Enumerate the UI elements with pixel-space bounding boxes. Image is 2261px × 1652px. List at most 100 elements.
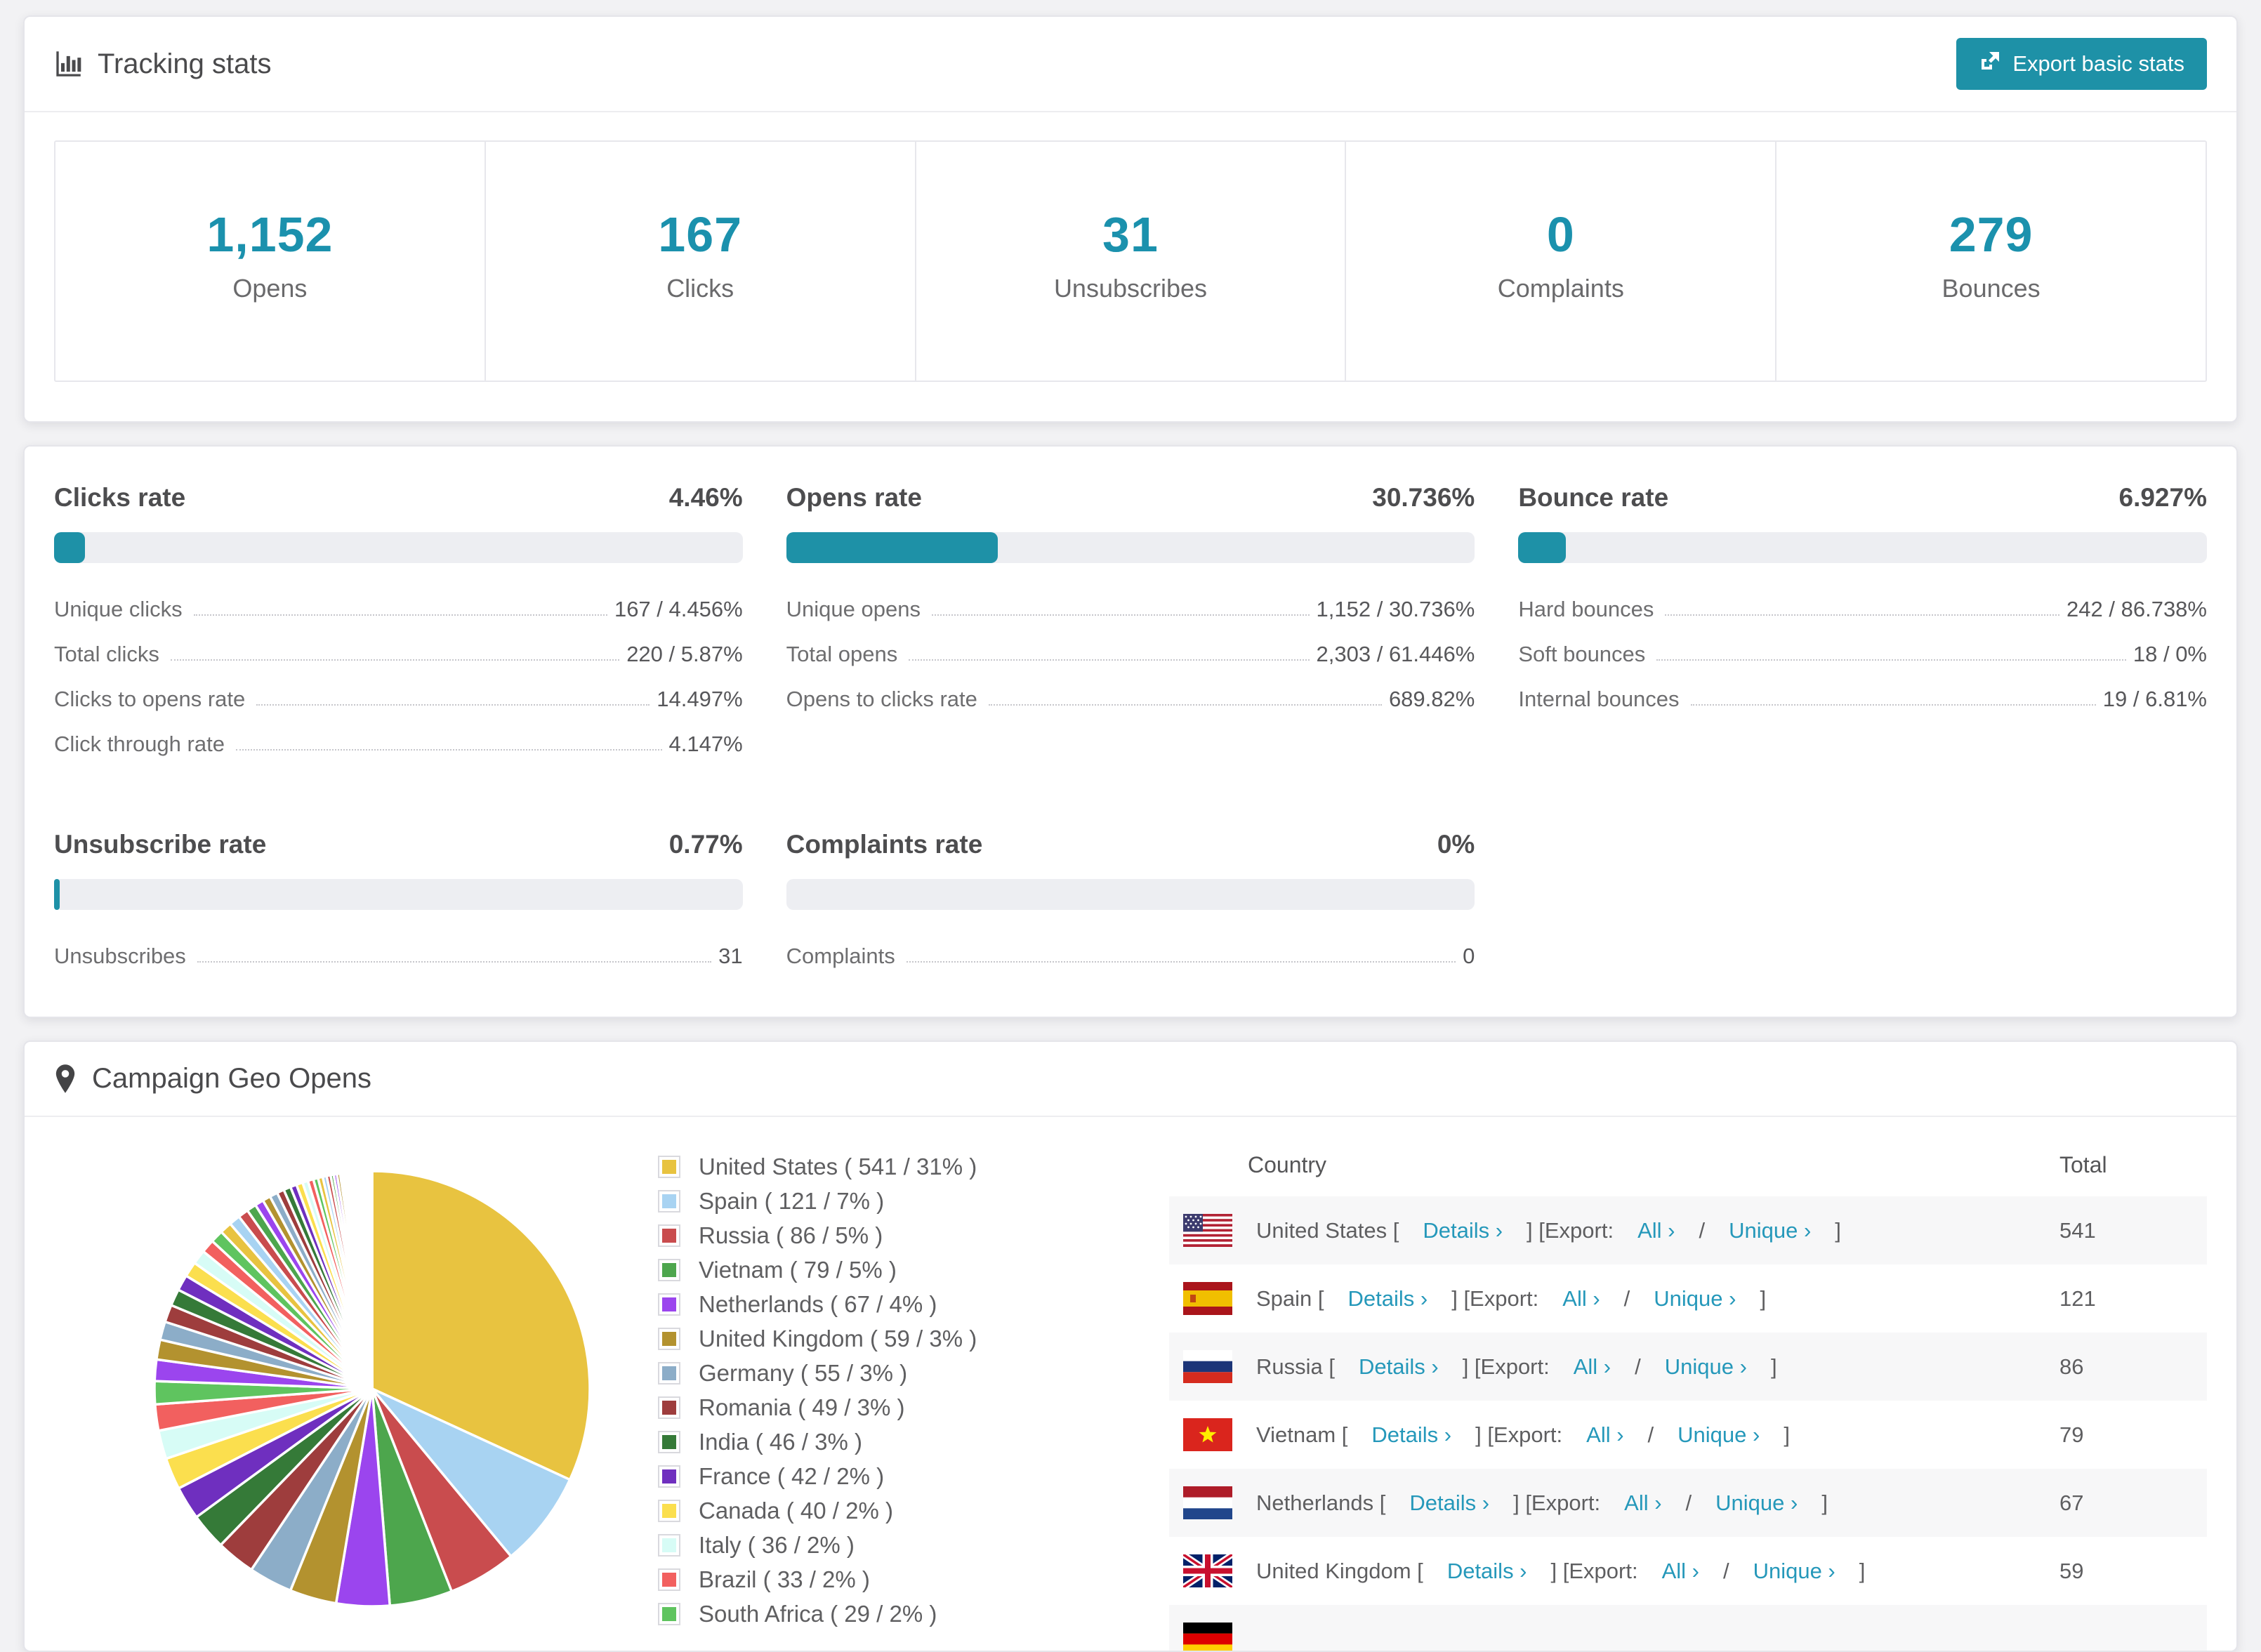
- clicks-count: 167: [658, 207, 743, 262]
- geo-table-row: [1169, 1605, 2207, 1651]
- summary-opens: 1,152 Opens: [55, 142, 485, 381]
- legend-swatch: [658, 1156, 680, 1178]
- rate-title: Opens rate: [786, 483, 922, 512]
- details-link[interactable]: Details ›: [1447, 1559, 1527, 1584]
- stat-row: Internal bounces 19 / 6.81%: [1518, 687, 2207, 711]
- unsubscribe-rate-panel: Unsubscribe rate 0.77% Unsubscribes 31: [54, 830, 743, 989]
- dotted-leader: [197, 961, 712, 963]
- legend-item: United States ( 541 / 31% ): [658, 1154, 1051, 1180]
- stat-row: Opens to clicks rate 689.82%: [786, 687, 1475, 711]
- summary-bounces: 279 Bounces: [1775, 142, 2206, 381]
- geo-opens-body: United States ( 541 / 31% ) Spain ( 121 …: [25, 1117, 2236, 1651]
- dotted-leader: [906, 961, 1456, 963]
- legend-item: Vietnam ( 79 / 5% ): [658, 1257, 1051, 1283]
- clicks-rate-panel: Clicks rate 4.46% Unique clicks 167 / 4.4…: [54, 483, 743, 777]
- export-all-link[interactable]: All ›: [1624, 1491, 1661, 1516]
- pie-slice: [370, 1170, 374, 1390]
- rates-grid: Clicks rate 4.46% Unique clicks 167 / 4.4…: [25, 447, 2236, 1017]
- details-link[interactable]: Details ›: [1423, 1218, 1503, 1243]
- legend-swatch: [658, 1259, 680, 1281]
- geo-opens-header: Campaign Geo Opens: [25, 1042, 2236, 1117]
- rate-title: Complaints rate: [786, 830, 983, 859]
- legend-item: Canada ( 40 / 2% ): [658, 1498, 1051, 1524]
- export-all-link[interactable]: All ›: [1574, 1354, 1611, 1380]
- rates-card: Clicks rate 4.46% Unique clicks 167 / 4.4…: [23, 445, 2238, 1018]
- legend-item: Italy ( 36 / 2% ): [658, 1532, 1051, 1559]
- legend-item: Romania ( 49 / 3% ): [658, 1394, 1051, 1421]
- rate-value: 6.927%: [2118, 483, 2208, 512]
- export-unique-link[interactable]: Unique ›: [1677, 1422, 1760, 1448]
- country-total: 67: [2059, 1490, 2084, 1515]
- total-column-header: Total: [2059, 1152, 2107, 1177]
- legend-item: Netherlands ( 67 / 4% ): [658, 1291, 1051, 1318]
- export-all-link[interactable]: All ›: [1637, 1218, 1675, 1243]
- tracking-stats-card: Tracking stats Export basic stats 1,152 …: [23, 15, 2238, 423]
- export-unique-link[interactable]: Unique ›: [1665, 1354, 1747, 1380]
- details-link[interactable]: Details ›: [1409, 1491, 1489, 1516]
- stat-row: Unsubscribes 31: [54, 944, 743, 968]
- geo-table-row: Vietnam [Details ›] [Export: All › / Uni…: [1169, 1401, 2207, 1469]
- complaints-rate-bar: [786, 879, 1475, 910]
- summary-complaints: 0 Complaints: [1345, 142, 1775, 381]
- legend-swatch: [658, 1500, 680, 1522]
- flag-nl-icon: [1183, 1486, 1232, 1519]
- export-all-link[interactable]: All ›: [1662, 1559, 1699, 1584]
- legend-swatch: [658, 1465, 680, 1488]
- export-all-link[interactable]: All ›: [1586, 1422, 1623, 1448]
- bounce-rate-bar: [1518, 532, 2207, 563]
- export-unique-link[interactable]: Unique ›: [1654, 1286, 1736, 1311]
- geo-opens-title: Campaign Geo Opens: [54, 1063, 371, 1095]
- flag-ru-icon: [1183, 1350, 1232, 1383]
- country-total: 86: [2059, 1354, 2084, 1379]
- legend-item: Russia ( 86 / 5% ): [658, 1222, 1051, 1249]
- opens-rate-panel: Opens rate 30.736% Unique opens 1,152 / 3…: [786, 483, 1475, 777]
- legend-swatch: [658, 1190, 680, 1212]
- flag-es-icon: [1183, 1282, 1232, 1315]
- details-link[interactable]: Details ›: [1348, 1286, 1428, 1311]
- stat-row: Click through rate 4.147%: [54, 732, 743, 756]
- legend-swatch: [658, 1293, 680, 1316]
- export-all-link[interactable]: All ›: [1562, 1286, 1600, 1311]
- rate-title: Clicks rate: [54, 483, 186, 512]
- stat-row: Unique opens 1,152 / 30.736%: [786, 597, 1475, 621]
- details-link[interactable]: Details ›: [1359, 1354, 1439, 1380]
- dotted-leader: [931, 614, 1310, 616]
- country-total: [2045, 1605, 2207, 1651]
- geo-table: Country Total United States [Details ›] …: [1169, 1131, 2207, 1651]
- geo-table-row: United Kingdom [Details ›] [Export: All …: [1169, 1537, 2207, 1605]
- stat-row: Total clicks 220 / 5.87%: [54, 642, 743, 666]
- export-unique-link[interactable]: Unique ›: [1715, 1491, 1798, 1516]
- legend-item: Spain ( 121 / 7% ): [658, 1188, 1051, 1215]
- flag-gb-icon: [1183, 1554, 1232, 1587]
- legend-swatch: [658, 1328, 680, 1350]
- legend-item: France ( 42 / 2% ): [658, 1463, 1051, 1490]
- dotted-leader: [1656, 659, 2126, 661]
- unsubscribes-count: 31: [1102, 207, 1159, 262]
- details-link[interactable]: Details ›: [1371, 1422, 1451, 1448]
- export-unique-link[interactable]: Unique ›: [1729, 1218, 1811, 1243]
- stat-row: Unique clicks 167 / 4.456%: [54, 597, 743, 621]
- rate-value: 4.46%: [668, 483, 743, 512]
- unsubscribe-rate-bar: [54, 879, 743, 910]
- export-unique-link[interactable]: Unique ›: [1753, 1559, 1835, 1584]
- export-icon: [1979, 50, 2001, 78]
- dotted-leader: [256, 704, 650, 706]
- summary-strip: 1,152 Opens 167 Clicks 31 Unsubscribes 0…: [54, 140, 2207, 382]
- tracking-stats-title: Tracking stats: [54, 48, 271, 80]
- legend-item: India ( 46 / 3% ): [658, 1429, 1051, 1455]
- legend-swatch: [658, 1431, 680, 1453]
- geo-opens-card: Campaign Geo Opens United States ( 541 /…: [23, 1040, 2238, 1652]
- section-title: Campaign Geo Opens: [92, 1063, 372, 1094]
- dotted-leader: [193, 614, 607, 616]
- flag-vn-icon: [1183, 1418, 1232, 1451]
- rate-title: Bounce rate: [1518, 483, 1669, 512]
- summary-clicks: 167 Clicks: [484, 142, 915, 381]
- dotted-leader: [988, 704, 1382, 706]
- complaints-rate-panel: Complaints rate 0% Complaints 0: [786, 830, 1475, 989]
- pie-legend: United States ( 541 / 31% ) Spain ( 121 …: [658, 1154, 1051, 1635]
- country-column-header: Country: [1248, 1152, 1327, 1177]
- bar-chart-icon: [54, 50, 82, 78]
- export-basic-stats-button[interactable]: Export basic stats: [1956, 38, 2207, 90]
- geo-table-row: Netherlands [Details ›] [Export: All › /…: [1169, 1469, 2207, 1537]
- country-total: 121: [2059, 1286, 2096, 1311]
